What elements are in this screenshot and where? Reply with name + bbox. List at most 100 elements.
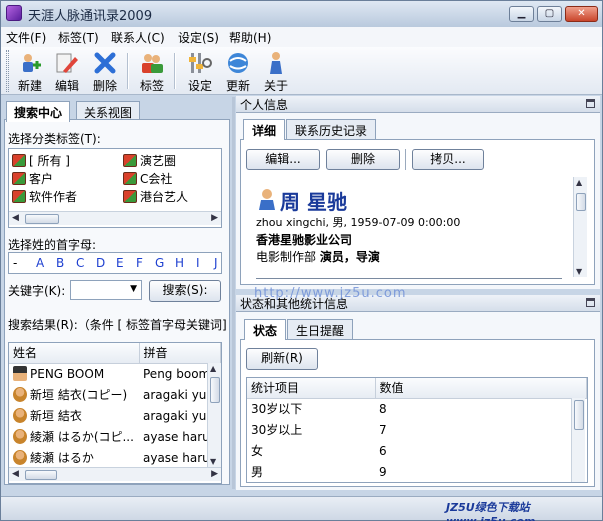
table-row[interactable]: 綾瀬 はるか ayase haru bbox=[9, 447, 221, 468]
letter-a[interactable]: A bbox=[36, 256, 44, 270]
menu-file[interactable]: 文件(F) bbox=[6, 29, 46, 46]
scroll-right-icon[interactable]: ▶ bbox=[211, 213, 218, 223]
tab-status[interactable]: 状态 bbox=[244, 319, 287, 340]
minimize-icon: ▁ bbox=[517, 8, 526, 19]
update-button[interactable]: 更新 bbox=[219, 49, 257, 93]
results-vertical-scrollbar[interactable]: ▲ ▼ bbox=[207, 363, 221, 467]
tag-item-software-authors[interactable]: 软件作者 bbox=[12, 188, 77, 205]
personal-info-header: 个人信息 bbox=[236, 96, 600, 113]
keyword-combobox[interactable]: ▼ bbox=[70, 280, 142, 300]
tag-icon bbox=[12, 154, 26, 167]
menu-tags[interactable]: 标签(T) bbox=[58, 29, 99, 46]
close-icon: ✕ bbox=[577, 8, 586, 19]
scroll-thumb[interactable] bbox=[210, 377, 220, 403]
scroll-down-icon[interactable]: ▼ bbox=[576, 267, 582, 276]
stats-scrollbar[interactable] bbox=[571, 398, 585, 482]
scroll-thumb[interactable] bbox=[25, 470, 57, 480]
new-button[interactable]: 新建 bbox=[11, 49, 49, 93]
column-header-name[interactable]: 姓名 bbox=[9, 343, 140, 364]
panel-maximize-icon[interactable] bbox=[586, 298, 595, 307]
tag-icon bbox=[123, 154, 137, 167]
menu-settings[interactable]: 设定(S) bbox=[178, 29, 219, 46]
menu-contacts[interactable]: 联系人(C) bbox=[111, 29, 165, 46]
chevron-down-icon[interactable]: ▼ bbox=[130, 284, 137, 294]
panel-maximize-icon[interactable] bbox=[586, 99, 595, 108]
letter-d[interactable]: D bbox=[96, 256, 105, 270]
table-row[interactable]: 新垣 結衣 aragaki yu bbox=[9, 405, 221, 426]
scroll-thumb[interactable] bbox=[574, 400, 584, 430]
table-row[interactable]: 女6 bbox=[247, 440, 587, 461]
tab-relation-view[interactable]: 关系视图 bbox=[76, 101, 141, 121]
letter-dash[interactable]: - bbox=[13, 256, 17, 270]
table-row[interactable]: 30岁以上 7 bbox=[247, 419, 587, 440]
personal-info-title: 个人信息 bbox=[240, 98, 289, 112]
scroll-thumb[interactable] bbox=[25, 214, 59, 224]
table-row[interactable]: 男9 bbox=[247, 461, 587, 482]
tab-contact-history[interactable]: 联系历史记录 bbox=[286, 119, 377, 139]
contact-company: 香港星驰影业公司 bbox=[256, 233, 353, 247]
tab-search-center[interactable]: 搜索中心 bbox=[6, 101, 71, 122]
delete-button[interactable]: 删除 bbox=[86, 49, 124, 93]
about-person-icon bbox=[270, 52, 282, 74]
status-watermark: JZ5U绿色下载站www.jz5u.com bbox=[446, 501, 535, 521]
tab-details[interactable]: 详细 bbox=[243, 119, 286, 140]
letter-c[interactable]: C bbox=[76, 256, 84, 270]
scroll-left-icon[interactable]: ◀ bbox=[12, 213, 19, 223]
table-row[interactable]: PENG BOOM Peng boom bbox=[9, 363, 221, 384]
letter-h[interactable]: H bbox=[175, 256, 184, 270]
card-divider bbox=[256, 278, 562, 279]
edit-button[interactable]: 编辑 bbox=[48, 49, 86, 93]
overlay-watermark: http://www.jz5u.com bbox=[254, 286, 407, 301]
tag-item-hk-tw-artists[interactable]: 港台艺人 bbox=[123, 188, 188, 205]
refresh-button[interactable]: 刷新(R) bbox=[246, 348, 318, 370]
tag-list-scrollbar[interactable]: ◀ ▶ bbox=[9, 211, 221, 225]
male-contact-icon bbox=[259, 189, 275, 210]
scroll-up-icon[interactable]: ▲ bbox=[576, 178, 582, 187]
letter-i[interactable]: I bbox=[196, 256, 200, 270]
tab-birthday-reminder[interactable]: 生日提醒 bbox=[287, 319, 354, 339]
contact-summary: zhou xingchi, 男, 1959-07-09 0:00:00 bbox=[256, 216, 461, 229]
update-globe-icon bbox=[228, 53, 248, 73]
scroll-thumb[interactable] bbox=[576, 193, 586, 211]
table-row[interactable]: 新垣 結衣(コピー) aragaki yu bbox=[9, 384, 221, 405]
female-contact-icon bbox=[13, 450, 27, 465]
search-button[interactable]: 搜索(S): bbox=[149, 280, 221, 302]
tag-item-c-company[interactable]: C会社 bbox=[123, 170, 172, 187]
female-contact-icon bbox=[13, 408, 27, 423]
delete-contact-button[interactable]: 删除 bbox=[326, 149, 400, 170]
toolbar-grip bbox=[6, 50, 9, 92]
tag-button[interactable]: 标签 bbox=[133, 49, 171, 93]
scroll-down-icon[interactable]: ▼ bbox=[210, 457, 216, 466]
contact-photo-icon bbox=[13, 366, 27, 382]
scroll-left-icon[interactable]: ◀ bbox=[12, 469, 19, 479]
keyword-label: 关键字(K): bbox=[8, 284, 66, 298]
close-button[interactable]: ✕ bbox=[565, 6, 598, 22]
results-horizontal-scrollbar[interactable]: ◀ ▶ bbox=[9, 467, 221, 481]
settings-button[interactable]: 设定 bbox=[181, 49, 219, 93]
panel-splitter[interactable] bbox=[232, 97, 235, 489]
table-row[interactable]: 30岁以下 8 bbox=[247, 398, 587, 419]
letter-g[interactable]: G bbox=[155, 256, 164, 270]
copy-contact-button[interactable]: 拷贝... bbox=[412, 149, 484, 170]
menu-help[interactable]: 帮助(H) bbox=[229, 29, 271, 46]
maximize-button[interactable]: ▢ bbox=[537, 6, 562, 22]
minimize-button[interactable]: ▁ bbox=[509, 6, 534, 22]
letter-f[interactable]: F bbox=[136, 256, 143, 270]
scroll-right-icon[interactable]: ▶ bbox=[211, 469, 218, 479]
letter-e[interactable]: E bbox=[116, 256, 124, 270]
scroll-up-icon[interactable]: ▲ bbox=[210, 364, 216, 373]
tag-item-all[interactable]: [ 所有 ] bbox=[12, 152, 70, 169]
letter-j[interactable]: J bbox=[214, 256, 218, 270]
letter-b[interactable]: B bbox=[56, 256, 64, 270]
about-button[interactable]: 关于 bbox=[257, 49, 295, 93]
edit-contact-button[interactable]: 编辑... bbox=[246, 149, 320, 170]
tag-item-clients[interactable]: 客户 bbox=[12, 170, 53, 187]
edit-icon bbox=[56, 53, 78, 73]
table-row[interactable]: 綾瀬 はるか(コピ... ayase haru bbox=[9, 426, 221, 447]
column-header-stat-item[interactable]: 统计项目 bbox=[247, 378, 376, 399]
tag-item-showbiz[interactable]: 演艺圈 bbox=[123, 152, 176, 169]
details-scrollbar[interactable]: ▲ ▼ bbox=[573, 177, 587, 277]
column-header-pinyin[interactable]: 拼音 bbox=[139, 343, 221, 364]
column-header-stat-value[interactable]: 数值 bbox=[375, 378, 587, 399]
female-contact-icon bbox=[13, 429, 27, 444]
